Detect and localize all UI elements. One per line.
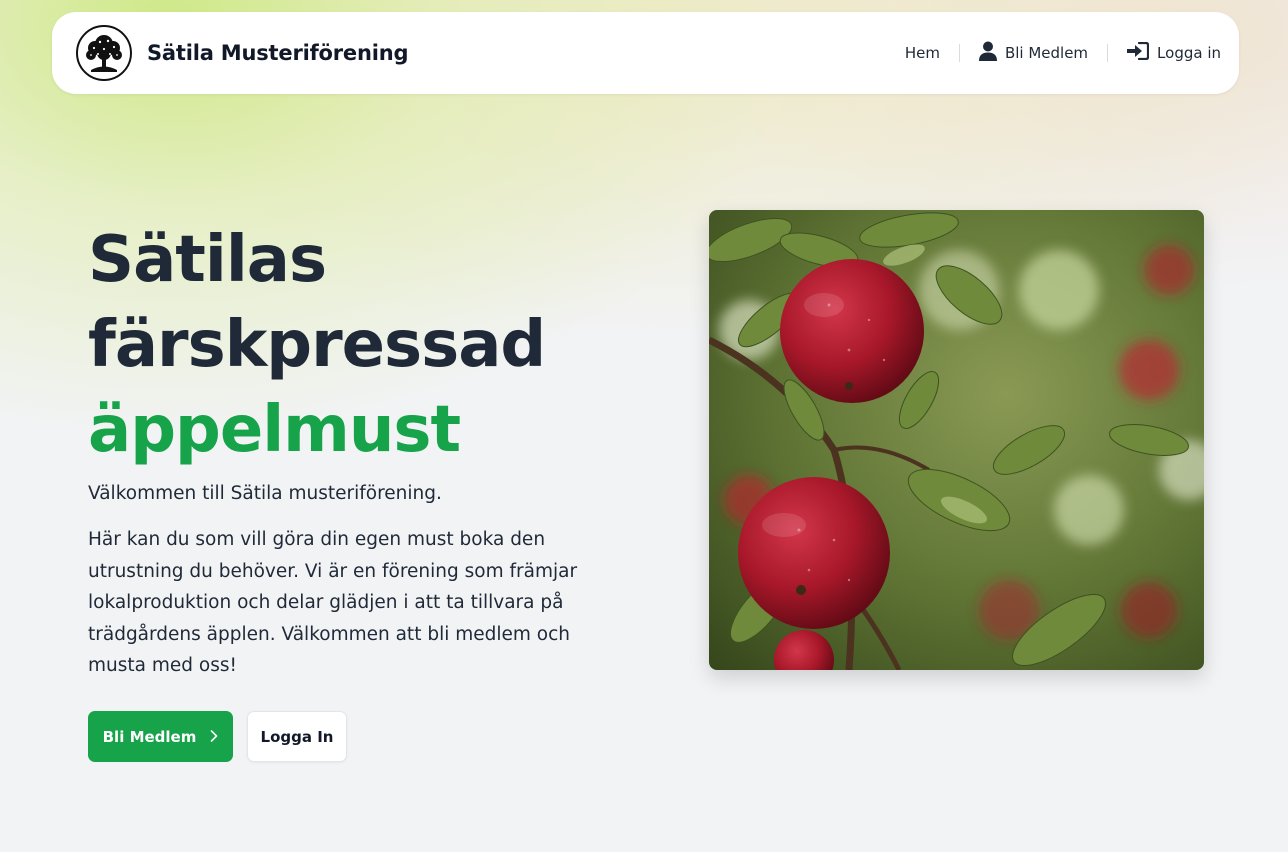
brand[interactable]: Sätila Musteriförening [76,25,408,81]
chevron-right-icon [210,728,218,746]
nav-link-become-member-label: Bli Medlem [1004,44,1089,62]
hero-body: Här kan du som vill göra din egen must b… [88,529,578,676]
navbar: Sätila Musteriförening Hem Bli Medlem Lo… [52,12,1239,94]
nav-link-home[interactable]: Hem [905,44,940,62]
nav-link-login-label: Logga in [1157,44,1221,62]
nav-link-login[interactable]: Logga in [1127,41,1221,64]
hero-title-accent: äppelmust [88,393,461,467]
login-icon [1127,41,1150,64]
become-member-button[interactable]: Bli Medlem [88,711,233,762]
become-member-button-label: Bli Medlem [102,727,197,746]
nav-link-become-member[interactable]: Bli Medlem [978,41,1089,65]
user-icon [978,41,997,65]
hero-title: Sätilas färskpressad äppelmust [88,218,546,473]
tree-icon [76,25,132,81]
nav-divider [958,44,960,62]
nav-link-home-label: Hem [904,44,940,62]
login-button-label: Logga In [260,727,334,746]
hero-title-line1: Sätilas [88,223,327,297]
login-button[interactable]: Logga In [247,711,347,762]
hero-title-line2: färskpressad [88,308,546,382]
nav-links: Hem Bli Medlem Logga in [905,41,1221,65]
brand-name: Sätila Musteriförening [147,41,409,65]
page: Sätila Musteriförening Hem Bli Medlem Lo… [0,0,1288,852]
hero-intro: Välkommen till Sätila musteriförening. [88,483,442,504]
nav-divider [1107,44,1109,62]
hero-apple-image [709,210,1204,670]
